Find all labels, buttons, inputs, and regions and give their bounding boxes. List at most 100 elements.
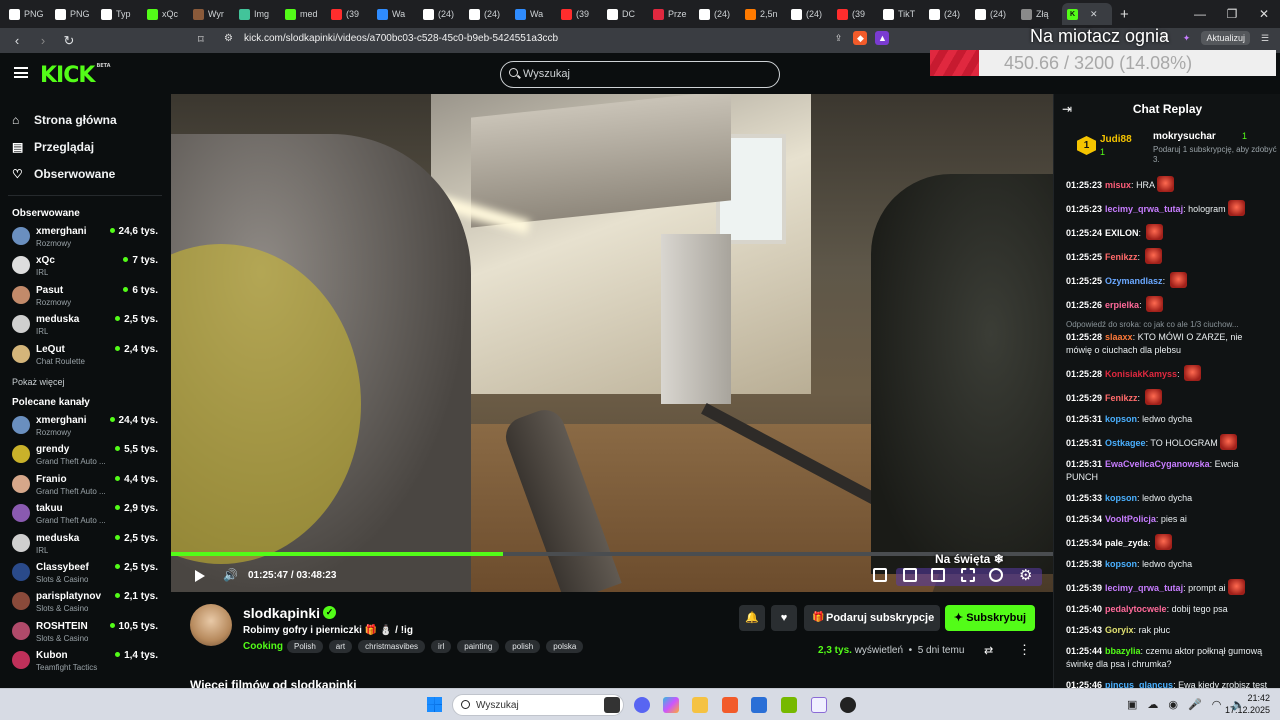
share-icon[interactable]: ⇄	[984, 644, 993, 657]
nav-item[interactable]: ▤ Przeglądaj	[12, 133, 158, 160]
browser-tab[interactable]: TikT	[878, 3, 924, 25]
clock[interactable]: 21:42 17.12.2025	[1225, 692, 1270, 716]
browser-tab[interactable]: Typ	[96, 3, 142, 25]
sidebar-channel[interactable]: meduska IRL 2,5 tys.	[0, 529, 170, 558]
browser-tab[interactable]: Wyr	[188, 3, 234, 25]
volume-icon[interactable]: 🔊	[223, 568, 238, 582]
reload-icon[interactable]: ↻	[60, 33, 78, 49]
sidebar-channel[interactable]: takuu Grand Theft Auto ... 2,9 tys.	[0, 499, 170, 528]
message-user[interactable]: VooltPolicja	[1105, 514, 1156, 524]
sidebar-channel[interactable]: ROSHTEIN Slots & Casino 10,5 tys.	[0, 617, 170, 646]
message-user[interactable]: misux	[1105, 180, 1131, 190]
mic-icon[interactable]: 🎤	[1188, 698, 1202, 711]
message-user[interactable]: Goryix	[1105, 625, 1134, 635]
leader-2-name[interactable]: mokrysuchar	[1153, 131, 1216, 142]
minimize-icon[interactable]: —	[1184, 7, 1216, 21]
bookmark-icon[interactable]: ⌑	[198, 33, 204, 46]
obs-icon[interactable]	[840, 697, 856, 713]
message-user[interactable]: Ostkagee	[1105, 438, 1146, 448]
speed-icon[interactable]	[989, 568, 1003, 582]
browser-tab[interactable]: med	[280, 3, 326, 25]
hamburger-menu-icon[interactable]	[14, 67, 28, 78]
channel-name[interactable]: slodkapinki	[243, 605, 320, 621]
browser-tab[interactable]: (39	[832, 3, 878, 25]
message-user[interactable]: erpielka	[1105, 300, 1139, 310]
message-user[interactable]: Ozymandlasz	[1105, 276, 1163, 286]
browser-tab[interactable]: (24)	[786, 3, 832, 25]
message-user[interactable]: pedalytocwele	[1105, 604, 1167, 614]
browser-tab[interactable]: (24)	[694, 3, 740, 25]
sidebar-channel[interactable]: xmerghani Rozmowy 24,6 tys.	[0, 222, 170, 251]
discord-icon[interactable]	[634, 697, 650, 713]
message-user[interactable]: EXILON	[1105, 228, 1139, 238]
subscribe-button[interactable]: ✦ Subskrybuj	[945, 605, 1035, 631]
new-tab-button[interactable]: +	[1120, 6, 1140, 23]
close-window-icon[interactable]: ✕	[1248, 7, 1280, 21]
brave-shield-icon[interactable]: ◆	[853, 31, 868, 45]
tag-chip[interactable]: polish	[505, 640, 541, 653]
message-user[interactable]: kopson	[1105, 559, 1137, 569]
theater-mode-icon[interactable]	[931, 568, 945, 582]
site-info-icon[interactable]: ⚙	[224, 33, 233, 44]
tag-chip[interactable]: christmasvibes	[358, 640, 426, 653]
tray-icon-1[interactable]: ▣	[1127, 698, 1137, 711]
taskbar-search[interactable]: Wyszukaj	[452, 694, 624, 716]
tag-chip[interactable]: painting	[457, 640, 500, 653]
forward-icon[interactable]: ›	[34, 33, 52, 48]
fullscreen-icon[interactable]	[961, 568, 975, 582]
browser-tab[interactable]: Wa	[510, 3, 556, 25]
sidebar-channel[interactable]: Pasut Rozmowy 6 tys.	[0, 281, 170, 310]
browser-tab[interactable]: PNG	[50, 3, 96, 25]
search-box[interactable]	[500, 61, 780, 88]
notepad-icon[interactable]	[811, 697, 827, 713]
settings-gear-icon[interactable]: ⚙	[1019, 566, 1032, 584]
message-user[interactable]: pale_zyda	[1105, 538, 1148, 548]
gift-subscriptions-button[interactable]: Podaruj subskrypcje	[804, 605, 940, 631]
browser-tab[interactable]: (24)	[464, 3, 510, 25]
rewards-icon[interactable]: ▲	[875, 31, 890, 45]
more-options-icon[interactable]: ⋮	[1018, 642, 1031, 658]
sidebar-channel[interactable]: xmerghani Rozmowy 24,4 tys.	[0, 411, 170, 440]
sidebar-channel[interactable]: grendy Grand Theft Auto ... 5,5 tys.	[0, 440, 170, 469]
browser-tab-active[interactable]: K ✕	[1062, 3, 1112, 25]
browser-tab[interactable]: DC	[602, 3, 648, 25]
share-icon[interactable]: ⇪	[831, 31, 845, 45]
tag-chip[interactable]: art	[328, 640, 353, 653]
message-user[interactable]: Fenikzz	[1105, 393, 1138, 403]
play-icon[interactable]	[195, 570, 205, 582]
browser-tab[interactable]: Img	[234, 3, 280, 25]
sidebar-channel[interactable]: xQc IRL 7 tys.	[0, 251, 170, 280]
message-user[interactable]: slaaxx	[1105, 332, 1133, 342]
nav-item[interactable]: ⌂ Strona główna	[12, 106, 158, 133]
sidebar-channel[interactable]: parisplatynov Slots & Casino 2,1 tys.	[0, 587, 170, 616]
sidebar-channel[interactable]: LeQut Chat Roulette 2,4 tys.	[0, 340, 170, 369]
task-view-icon[interactable]	[604, 697, 620, 713]
wifi-icon[interactable]: ◠	[1212, 698, 1222, 711]
browser-tab[interactable]: xQc	[142, 3, 188, 25]
file-explorer-icon[interactable]	[692, 697, 708, 713]
miniplayer-icon[interactable]	[873, 568, 887, 582]
sidebar-channel[interactable]: Franio Grand Theft Auto ... 4,4 tys.	[0, 470, 170, 499]
video-player[interactable]	[171, 94, 1053, 592]
message-user[interactable]: kopson	[1105, 414, 1137, 424]
nav-item[interactable]: ♡ Obserwowane	[12, 160, 158, 187]
start-button-icon[interactable]	[427, 697, 442, 712]
tag-chip[interactable]: Polish	[287, 640, 323, 653]
message-user[interactable]: lecimy_qrwa_tutaj	[1105, 204, 1183, 214]
browser-tab[interactable]: Złą	[1016, 3, 1062, 25]
copilot-icon[interactable]	[663, 697, 679, 713]
message-user[interactable]: lecimy_qrwa_tutaj	[1105, 583, 1183, 593]
message-user[interactable]: KonisiakKamyss	[1105, 369, 1177, 379]
store-icon[interactable]	[751, 697, 767, 713]
browser-tab[interactable]: (24)	[924, 3, 970, 25]
browser-tab[interactable]: PNG	[4, 3, 50, 25]
search-input[interactable]	[523, 66, 763, 82]
show-more-link[interactable]: Pokaż więcej	[0, 369, 170, 395]
sidebar-channel[interactable]: Classybeef Slots & Casino 2,5 tys.	[0, 558, 170, 587]
nvidia-icon[interactable]	[781, 697, 797, 713]
browser-tab[interactable]: Wa	[372, 3, 418, 25]
tray-icon-2[interactable]: ☁	[1147, 698, 1158, 711]
sidebar-channel[interactable]: meduska IRL 2,5 tys.	[0, 310, 170, 339]
maximize-icon[interactable]: ❐	[1216, 7, 1248, 21]
brave-icon[interactable]	[722, 697, 738, 713]
